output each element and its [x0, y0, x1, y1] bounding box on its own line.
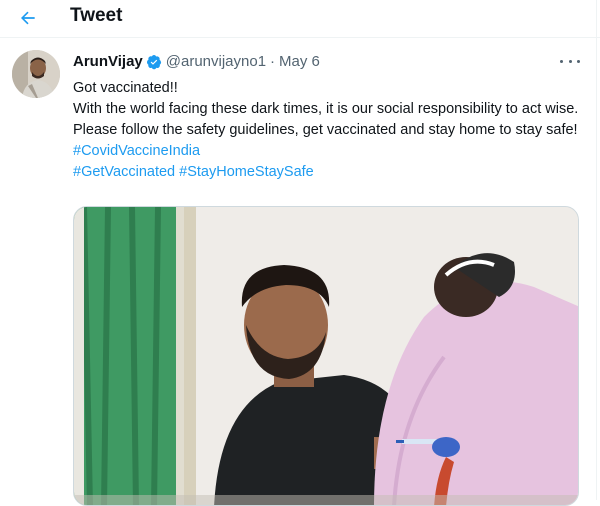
- hashtag-link[interactable]: #GetVaccinated: [73, 164, 175, 180]
- more-dot-icon: [577, 59, 580, 63]
- user-handle[interactable]: @arunvijayno1: [166, 53, 266, 70]
- tweet-line: Got vaccinated!!: [73, 80, 178, 96]
- verified-badge-icon: [146, 54, 162, 70]
- more-options-button[interactable]: [560, 52, 580, 70]
- tweet-media[interactable]: [73, 206, 579, 506]
- tweet-header: Tweet: [0, 0, 600, 38]
- display-name[interactable]: ArunVijay: [73, 53, 143, 70]
- avatar[interactable]: [12, 50, 60, 98]
- hashtag-line: #CovidVaccineIndia: [73, 141, 583, 162]
- page-title: Tweet: [70, 5, 123, 26]
- column-divider: [596, 0, 597, 500]
- dot-separator: ·: [270, 53, 276, 70]
- back-button[interactable]: [14, 4, 42, 32]
- tweet-text: Got vaccinated!! With the world facing t…: [73, 78, 583, 183]
- more-dot-icon: [560, 59, 563, 63]
- tweet-line: With the world facing these dark times, …: [73, 101, 579, 138]
- more-dot-icon: [568, 59, 572, 63]
- vaccination-photo: [74, 207, 578, 505]
- hashtag-link[interactable]: #CovidVaccineIndia: [73, 143, 200, 159]
- hashtag-line: #GetVaccinated #StayHomeStaySafe: [73, 162, 583, 183]
- tweet-date[interactable]: May 6: [279, 53, 320, 70]
- arrow-left-icon: [21, 11, 35, 25]
- hashtag-link[interactable]: #StayHomeStaySafe: [179, 164, 314, 180]
- profile-photo: [12, 50, 60, 98]
- author-line: ArunVijay @arunvijayno1 · May 6: [73, 53, 320, 70]
